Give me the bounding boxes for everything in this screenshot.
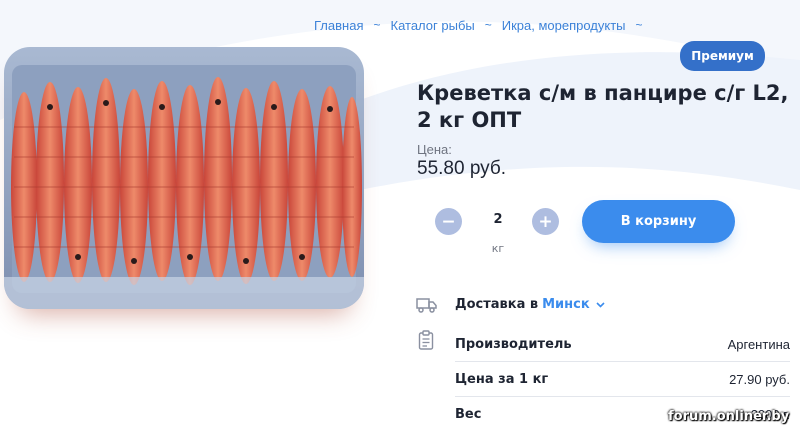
spec-name: Производитель: [455, 336, 572, 352]
breadcrumb-link-fish-catalog[interactable]: Каталог рыбы: [391, 18, 475, 33]
spec-row-manufacturer: Производитель Аргентина: [455, 327, 790, 362]
truck-icon: [416, 298, 437, 313]
spec-value: Аргентина: [727, 336, 790, 352]
quantity-value[interactable]: 2: [488, 212, 508, 227]
spec-name: Цена за 1 кг: [455, 371, 549, 387]
product-image[interactable]: [4, 47, 364, 309]
breadcrumb-separator: ~: [373, 18, 381, 32]
delivery-label: Доставка в: [455, 297, 539, 312]
spec-row-price-per-kg: Цена за 1 кг 27.90 руб.: [455, 362, 790, 397]
delivery-city-selector[interactable]: Доставка в Минск: [455, 297, 605, 312]
product-title: Креветка с/м в панцире с/г L2, 2 кг ОПТ: [417, 81, 789, 132]
breadcrumb-link-home[interactable]: Главная: [314, 18, 363, 33]
shrimp-box-photo: [4, 47, 364, 309]
quantity-decrease-button[interactable]: −: [435, 208, 462, 235]
breadcrumb: Главная ~ Каталог рыбы ~ Икра, морепроду…: [314, 16, 653, 34]
price-label: Цена:: [417, 142, 452, 157]
quantity-unit: кг: [491, 242, 505, 255]
delivery-city[interactable]: Минск: [542, 297, 590, 312]
premium-badge: Премиум: [680, 41, 765, 71]
price-value: 55.80 руб.: [417, 158, 507, 179]
breadcrumb-separator: ~: [484, 18, 492, 32]
chevron-down-icon[interactable]: [596, 301, 605, 308]
quantity-increase-button[interactable]: +: [532, 208, 559, 235]
clipboard-icon: [418, 330, 434, 350]
watermark: forum.onliner.by: [668, 408, 790, 424]
spec-name: Вес: [455, 407, 482, 422]
spec-value: 27.90 руб.: [729, 371, 790, 387]
breadcrumb-link-caviar-seafood[interactable]: Икра, морепродукты: [502, 18, 626, 33]
breadcrumb-separator: ~: [635, 18, 643, 32]
add-to-cart-button[interactable]: В корзину: [582, 200, 735, 243]
